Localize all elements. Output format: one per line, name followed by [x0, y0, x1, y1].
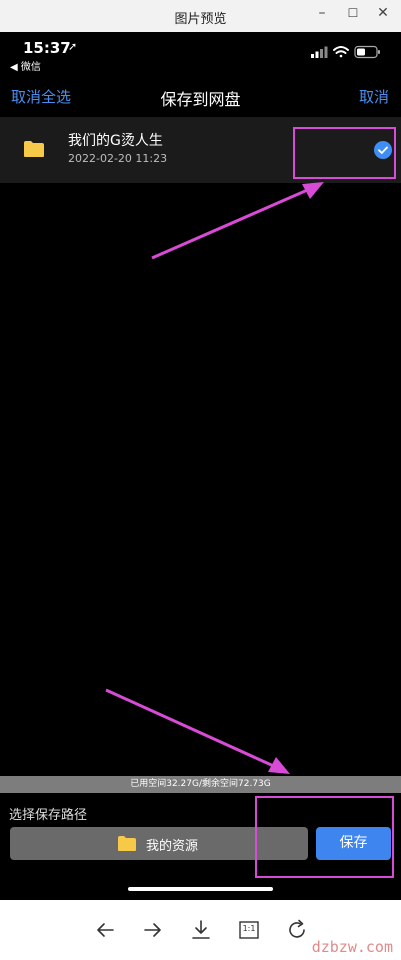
- actual-size-label: 1:1: [242, 924, 256, 933]
- signal-icon: [311, 46, 328, 58]
- folder-icon: [118, 836, 136, 851]
- save-path-folder-name: 我的资源: [146, 839, 199, 854]
- file-name: 我们的G烫人生: [68, 133, 163, 149]
- close-button[interactable]: ✕: [371, 3, 395, 23]
- home-indicator: [128, 887, 273, 891]
- save-path-label: 选择保存路径: [9, 808, 88, 823]
- minimize-button[interactable]: –: [310, 3, 334, 23]
- status-icons: [311, 45, 380, 59]
- download-icon[interactable]: [189, 918, 213, 942]
- back-to-wechat-link[interactable]: ◀ 微信: [10, 58, 41, 73]
- wifi-icon: [333, 46, 349, 58]
- actual-size-icon[interactable]: 1:1: [237, 918, 261, 942]
- battery-icon: [354, 45, 380, 59]
- storage-space-bar: 已用空间32.27G/剩余空间72.73G: [0, 776, 401, 793]
- annotation-box-save: [255, 796, 394, 878]
- page-title: 保存到网盘: [160, 90, 241, 109]
- status-time: 15:37: [23, 39, 71, 57]
- cancel-button[interactable]: 取消: [359, 86, 389, 107]
- watermark: dzbzw.com: [311, 938, 393, 956]
- window-titlebar: 图片预览 – ☐ ✕: [0, 0, 401, 32]
- annotation-box-check: [293, 127, 396, 179]
- rotate-icon[interactable]: [285, 918, 309, 942]
- back-arrow-icon[interactable]: [93, 918, 117, 942]
- file-date: 2022-02-20 11:23: [68, 152, 168, 165]
- maximize-button[interactable]: ☐: [341, 3, 365, 23]
- forward-arrow-icon[interactable]: [141, 918, 165, 942]
- location-icon: ➚: [68, 40, 78, 53]
- nav-bar: 取消全选 保存到网盘 取消: [0, 80, 401, 114]
- folder-icon: [24, 141, 44, 157]
